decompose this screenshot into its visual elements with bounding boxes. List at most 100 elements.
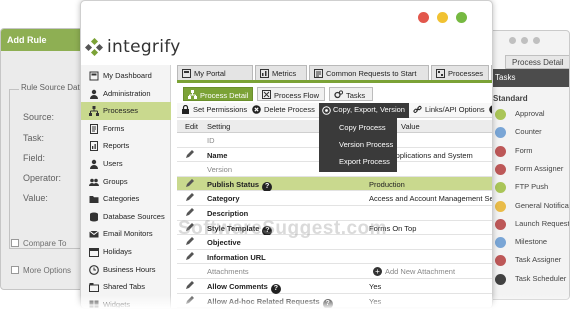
task-item[interactable]: General Notifications — [493, 199, 569, 213]
help-icon[interactable]: ? — [262, 181, 273, 192]
add-attachment-link[interactable]: + Add New Attachment — [373, 267, 456, 277]
setting-label: Allow Comments — [207, 282, 268, 291]
sidebar-item-email-monitors[interactable]: Email Monitors — [81, 225, 171, 243]
checkbox-box[interactable] — [11, 239, 19, 247]
pencil-icon[interactable] — [185, 251, 194, 261]
task-type-icon — [495, 237, 506, 249]
sidebar-item-database-sources[interactable]: Database Sources — [81, 208, 171, 226]
subtab-process-detail[interactable]: Process Detail — [183, 87, 253, 101]
main-window: integrify My Dashboard Administration Proc… — [80, 0, 493, 309]
task-label: Task Scheduler — [515, 273, 567, 283]
tab-process-detail[interactable]: Process Detail — [505, 55, 569, 69]
sidebar-item-forms[interactable]: Forms — [81, 120, 171, 138]
pencil-icon[interactable] — [185, 208, 194, 217]
setting-label: Category — [207, 194, 240, 204]
setting-label: Description — [207, 209, 249, 218]
group-icon — [89, 178, 99, 186]
pencil-icon[interactable] — [185, 281, 194, 290]
pencil-icon[interactable] — [185, 178, 194, 188]
setting-cell: Description — [207, 209, 248, 218]
checkbox-box[interactable] — [11, 266, 19, 274]
sidebar-item-holidays[interactable]: Holidays — [81, 243, 171, 261]
setting-column-header: Setting — [207, 122, 231, 131]
subtab-tasks[interactable]: Tasks — [329, 87, 373, 101]
metrics-icon — [260, 69, 269, 78]
sidebar-item-groups[interactable]: Groups — [81, 173, 171, 191]
task-label: Task Assigner — [515, 255, 562, 265]
copy-export-version-button[interactable]: Copy, Export, Version — [319, 103, 409, 118]
set-permissions-button[interactable]: Set Permissions — [181, 105, 247, 114]
sidebar-item-reports[interactable]: Reports — [81, 137, 171, 155]
process-icon — [89, 106, 99, 117]
tab-my-portal[interactable]: My Portal — [177, 65, 253, 80]
table-row[interactable]: Allow Comments? Yes — [177, 279, 492, 294]
close-window-button[interactable] — [418, 12, 429, 23]
sidebar-item-label: Users — [103, 159, 123, 168]
sidebar-item-categories[interactable]: Categories — [81, 190, 171, 208]
task-item[interactable]: Counter — [493, 125, 569, 139]
table-row[interactable]: Information URL — [177, 249, 492, 265]
export-process-menu-item[interactable]: Export Process — [319, 152, 397, 169]
task-item[interactable]: Task Scheduler — [493, 272, 569, 286]
value-column-header: Value — [401, 122, 420, 131]
setting-cell: Name — [207, 151, 227, 160]
minimize-window-button[interactable] — [437, 12, 448, 23]
version-process-menu-item[interactable]: Version Process — [319, 135, 397, 152]
maximize-window-button[interactable] — [456, 12, 467, 23]
tab-icon — [89, 283, 99, 293]
window-dot[interactable] — [533, 37, 540, 44]
window-dot[interactable] — [521, 37, 528, 44]
bottom-fade — [0, 295, 570, 309]
tab-common-requests[interactable]: Common Requests to Start — [309, 65, 429, 80]
user-icon — [90, 89, 98, 99]
table-row[interactable]: Publish Status? Production — [177, 176, 492, 192]
screenshot-stage: Add Rule Rule Source Data Source: Task: … — [0, 0, 570, 309]
compare-to-label: Compare To — [23, 239, 67, 248]
setting-label: Name — [207, 150, 228, 160]
setting-label: Information URL — [207, 252, 266, 262]
delete-process-button[interactable]: Delete Process — [252, 105, 315, 114]
sidebar-item-label: Administration — [103, 88, 151, 98]
task-item[interactable]: Form — [493, 144, 569, 158]
value-cell: Yes — [369, 282, 381, 291]
task-item[interactable]: Milestone — [493, 235, 569, 249]
pencil-icon[interactable] — [185, 149, 194, 159]
dashboard-icon — [89, 71, 99, 81]
tab-active-process[interactable] — [491, 65, 492, 80]
sidebar-item-my-dashboard[interactable]: My Dashboard — [81, 67, 171, 85]
database-icon — [90, 212, 98, 222]
requests-icon — [314, 69, 323, 78]
sidebar-item-shared-tabs[interactable]: Shared Tabs — [81, 278, 171, 296]
more-options-checkbox[interactable]: More Options — [11, 266, 71, 275]
compare-to-checkbox[interactable]: Compare To — [11, 239, 66, 248]
tab-processes[interactable]: Processes — [431, 65, 489, 80]
task-type-icon — [495, 218, 506, 230]
subtab-process-flow[interactable]: Process Flow — [257, 87, 325, 101]
value-text: Access and Account Management Services — [369, 194, 493, 204]
task-item[interactable]: FTP Push — [493, 180, 569, 194]
window-dot[interactable] — [509, 37, 516, 44]
help-icon[interactable]: ? — [270, 284, 281, 294]
table-row[interactable]: Category Access and Account Management Se… — [177, 191, 493, 206]
sidebar-item-label: Reports — [103, 141, 130, 151]
task-item[interactable]: Launch Request — [493, 217, 569, 231]
task-item[interactable]: Approval — [493, 107, 569, 121]
sidebar-item-label: Holidays — [103, 247, 132, 256]
sidebar-item-administration[interactable]: Administration — [81, 85, 171, 103]
sidebar-item-business-hours[interactable]: Business Hours — [81, 261, 171, 279]
copy-process-menu-item[interactable]: Copy Process — [319, 118, 397, 135]
pencil-icon[interactable] — [185, 193, 194, 202]
value-text: Yes — [369, 282, 382, 291]
links-api-options-button[interactable]: Links/API Options — [413, 105, 485, 114]
tab-metrics[interactable]: Metrics — [255, 65, 307, 80]
folder-icon — [89, 196, 99, 204]
sidebar-item-users[interactable]: Users — [81, 155, 171, 173]
value-text: Add New Attachment — [385, 267, 456, 277]
task-item[interactable]: Form Assigner — [493, 162, 569, 176]
task-item[interactable]: Task Assigner — [493, 253, 569, 267]
task-type-icon — [495, 145, 506, 157]
task-type-icon — [495, 200, 506, 212]
tasks-panel-header: Tasks — [487, 69, 569, 87]
sidebar-item-processes[interactable]: Processes — [81, 102, 171, 121]
sidebar-item-label: Shared Tabs — [103, 282, 145, 292]
